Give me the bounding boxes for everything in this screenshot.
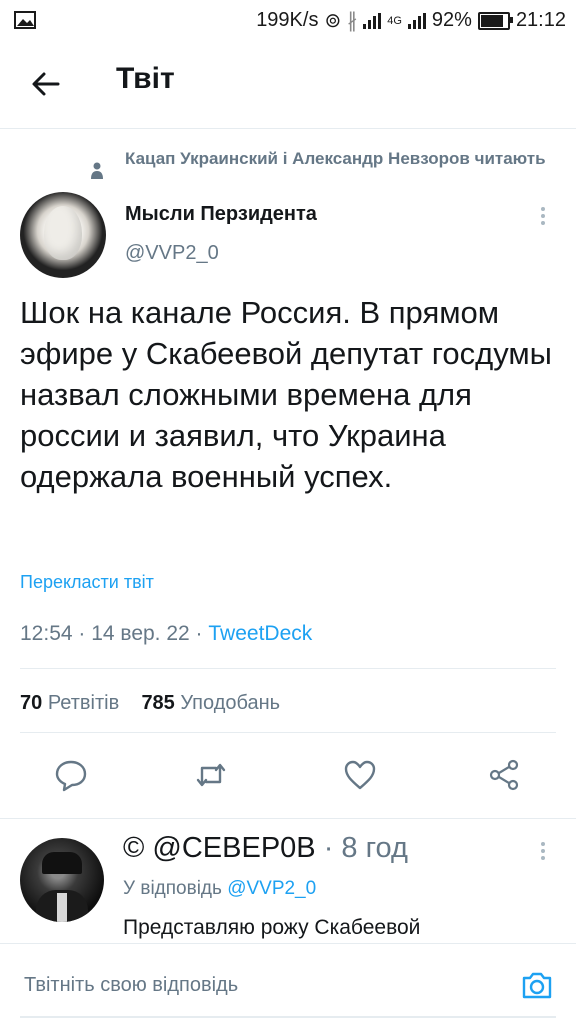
tweet-meta: 12:54 · 14 вер. 22 · TweetDeck <box>20 622 312 646</box>
signal-icon-2 <box>407 12 426 29</box>
network-speed: 199K/s <box>256 9 319 31</box>
retweets-count: 70 <box>20 692 43 714</box>
likes-count: 785 <box>141 692 175 714</box>
top-app-bar: Твіт <box>0 40 576 129</box>
person-icon <box>91 162 103 179</box>
social-context[interactable]: Кацап Украинский і Александр Невзоров чи… <box>125 146 555 172</box>
compose-reply-bar: Твітніть свою відповідь <box>0 943 576 1025</box>
camera-icon[interactable] <box>520 968 554 1002</box>
reply-author[interactable]: © @СЕВЕР0В <box>123 832 316 864</box>
battery-percent: 92% <box>431 9 472 31</box>
retweets-label: Ретвітів <box>47 692 120 714</box>
reply-input[interactable]: Твітніть свою відповідь <box>24 974 238 997</box>
divider <box>20 732 556 733</box>
status-icons: 199K/s ⊚ ∦ 4G 92% 21:12 <box>256 8 566 33</box>
battery-icon <box>477 11 513 30</box>
retweet-icon[interactable] <box>194 758 228 792</box>
likes-label: Уподобань <box>180 692 281 714</box>
divider <box>20 668 556 669</box>
reply-prefix: У відповідь <box>123 878 228 899</box>
share-icon[interactable] <box>487 758 521 792</box>
author-name[interactable]: Мысли Перзидента <box>125 203 317 226</box>
back-arrow-icon[interactable] <box>28 66 64 102</box>
tweet-text: Шок на канале Россия. В прямом эфире у С… <box>20 295 552 494</box>
reply-author-avatar[interactable] <box>20 838 104 922</box>
tweet-timestamp: 12:54 · 14 вер. 22 · <box>20 622 209 645</box>
like-heart-icon[interactable] <box>343 758 377 792</box>
reply-header: © @СЕВЕР0В · 8 год <box>123 832 408 865</box>
network-type: 4G <box>387 14 402 27</box>
tweet-source-link[interactable]: TweetDeck <box>208 622 312 645</box>
translate-tweet-link[interactable]: Перекласти твіт <box>20 572 154 593</box>
retweets-stat[interactable]: 70 Ретвітів <box>20 692 119 714</box>
reply-icon[interactable] <box>54 758 88 792</box>
page-title: Твіт <box>116 62 175 95</box>
section-divider <box>0 818 576 819</box>
bluetooth-icon: ∦ <box>347 10 358 32</box>
author-avatar[interactable] <box>20 192 106 278</box>
reply-to-handle[interactable]: @VVP2_0 <box>227 878 316 899</box>
author-handle[interactable]: @VVP2_0 <box>125 242 219 265</box>
image-notification-icon <box>14 11 36 29</box>
reply-time: · 8 год <box>315 832 408 864</box>
clock: 21:12 <box>515 9 566 31</box>
more-options-icon[interactable] <box>538 205 548 227</box>
likes-stat[interactable]: 785 Уподобань <box>141 692 280 714</box>
reply-text: Представляю рожу Скабеевой <box>123 916 421 939</box>
input-underline <box>20 1016 556 1018</box>
status-bar: 199K/s ⊚ ∦ 4G 92% 21:12 <box>0 0 576 40</box>
reply-more-options-icon[interactable] <box>538 840 548 862</box>
reply-context: У відповідь @VVP2_0 <box>123 878 316 900</box>
tweet-stats: 70 Ретвітів 785 Уподобань <box>20 692 280 715</box>
wifi-icon: ⊚ <box>324 10 342 32</box>
signal-icon <box>363 12 382 29</box>
